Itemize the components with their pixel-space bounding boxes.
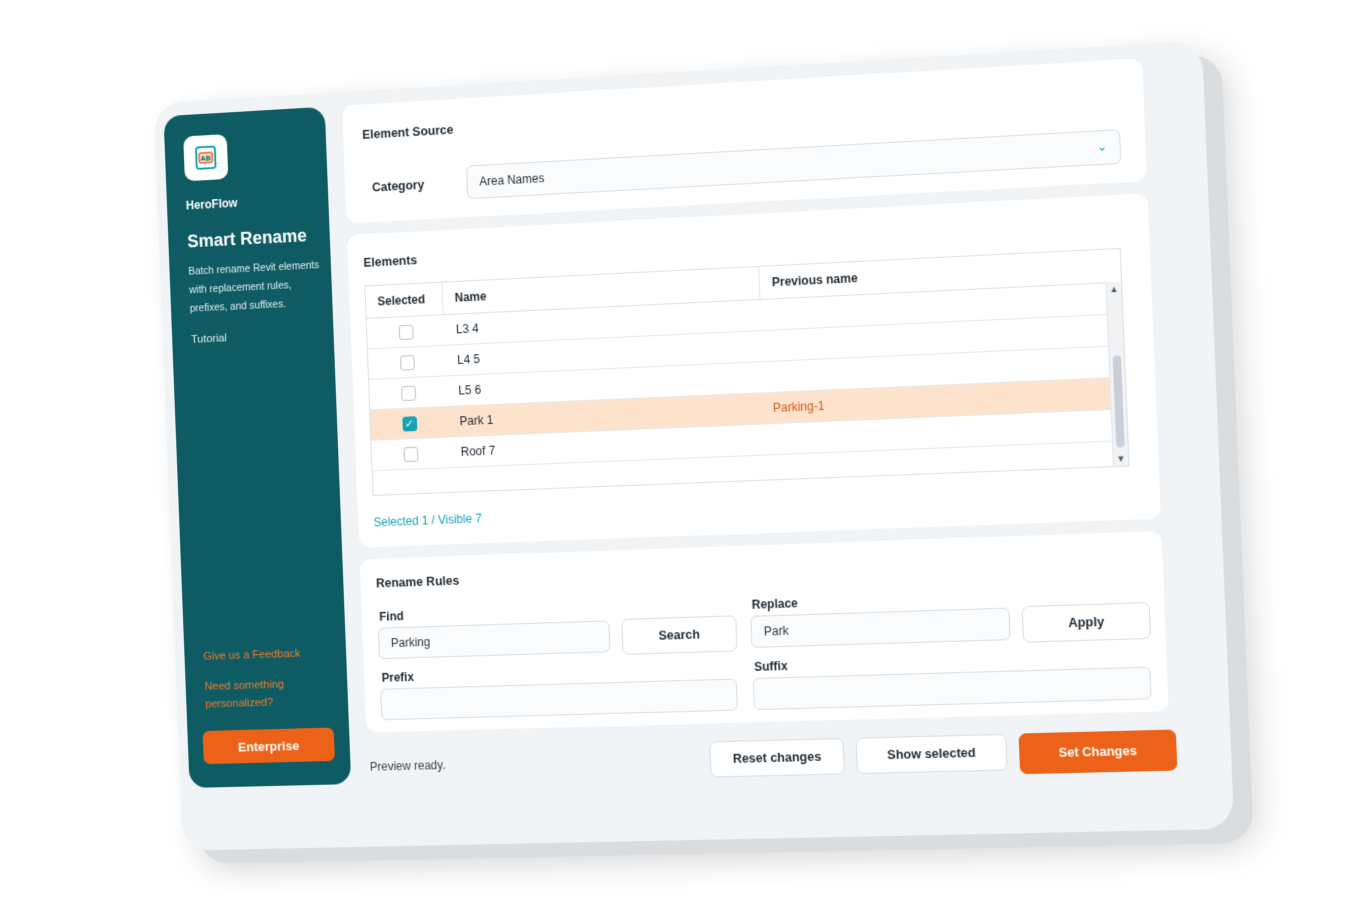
scroll-down-icon[interactable]: ▼	[1113, 453, 1128, 464]
cell-selected	[369, 384, 447, 402]
checkbox[interactable]	[399, 354, 415, 371]
show-selected-button[interactable]: Show selected	[855, 733, 1008, 775]
scroll-up-icon[interactable]: ▲	[1107, 284, 1122, 295]
cell-previous-name	[764, 361, 1125, 377]
feedback-link[interactable]: Give us a Feedback	[203, 648, 301, 663]
checkbox[interactable]	[398, 324, 414, 340]
category-value: Area Names	[479, 171, 545, 189]
replace-value: Park	[763, 623, 789, 639]
cell-selected	[368, 353, 446, 371]
checkbox[interactable]	[400, 385, 416, 401]
cell-selected	[372, 445, 450, 463]
cell-name: L4 5	[456, 352, 481, 367]
apply-button[interactable]: Apply	[1021, 602, 1152, 643]
set-changes-button[interactable]: Set Changes	[1018, 729, 1178, 775]
cell-name: Roof 7	[460, 443, 496, 459]
tutorial-link[interactable]: Tutorial	[191, 332, 227, 345]
cell-previous-name	[766, 425, 1127, 440]
search-button[interactable]: Search	[621, 615, 738, 655]
preview-status: Preview ready.	[369, 758, 446, 774]
find-label: Find	[379, 609, 404, 624]
cell-previous-name	[762, 330, 1123, 346]
app-description: Batch rename Revit elements with replace…	[188, 259, 320, 315]
stage: AB HeroFlow Smart Rename Batch rename Re…	[0, 0, 1360, 906]
logo-text: AB	[201, 154, 212, 163]
elements-table: Selected Name Previous name L3 4 L4 5 L5 6…	[364, 247, 1130, 496]
scroll-thumb[interactable]	[1112, 355, 1125, 448]
chevron-down-icon: ⌄	[1096, 139, 1108, 154]
category-dropdown[interactable]: Area Names ⌄	[466, 129, 1122, 200]
cell-name: L5 6	[458, 382, 482, 398]
column-header-selected[interactable]: Selected	[365, 282, 444, 318]
app-window: AB HeroFlow Smart Rename Batch rename Re…	[153, 40, 1235, 851]
cell-previous-name	[761, 298, 1122, 315]
rename-rules-card: Rename Rules Find Parking Search Replace…	[359, 530, 1169, 733]
find-value: Parking	[390, 634, 431, 651]
reset-changes-button[interactable]: Reset changes	[709, 738, 845, 778]
elements-card: Elements Selected Name Previous name L3 …	[347, 193, 1161, 548]
cell-selected: ✓	[371, 414, 449, 432]
find-input[interactable]: Parking	[377, 620, 611, 660]
app-logo: AB	[183, 134, 229, 182]
cell-selected	[367, 323, 445, 341]
sidebar: AB HeroFlow Smart Rename Batch rename Re…	[163, 106, 352, 788]
replace-input[interactable]: Park	[750, 607, 1011, 648]
category-label: Category	[371, 177, 425, 195]
enterprise-button[interactable]: Enterprise	[202, 727, 335, 765]
personalized-link[interactable]: Need something personalized?	[204, 675, 310, 713]
prefix-label: Prefix	[381, 670, 415, 685]
suffix-label: Suffix	[753, 658, 788, 674]
suffix-input[interactable]	[752, 666, 1152, 711]
app-title: Smart Rename	[186, 225, 308, 252]
prefix-input[interactable]	[380, 678, 738, 721]
selection-count: Selected 1 / Visible 7	[373, 511, 483, 530]
rename-rules-title: Rename Rules	[375, 573, 460, 591]
elements-title: Elements	[363, 253, 418, 270]
element-source-title: Element Source	[362, 122, 454, 142]
rename-logo-icon: AB	[192, 143, 220, 172]
cell-name: Park 1	[459, 412, 494, 429]
replace-label: Replace	[751, 596, 799, 612]
checkbox-checked[interactable]: ✓	[401, 415, 417, 432]
checkbox[interactable]	[402, 446, 419, 462]
brand-name: HeroFlow	[185, 196, 238, 213]
